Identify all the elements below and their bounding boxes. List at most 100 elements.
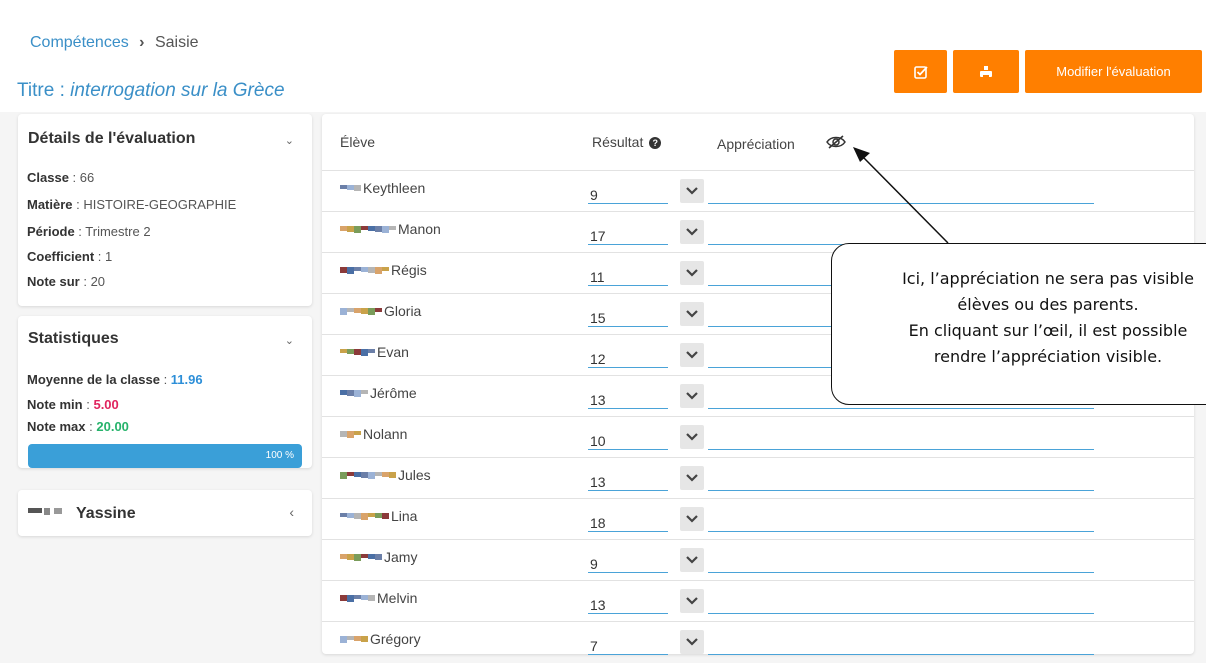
page-title: Titre : interrogation sur la Grèce xyxy=(17,80,285,102)
chevron-down-icon[interactable]: ⌄ xyxy=(285,334,294,347)
table-row: Keythleen 9 xyxy=(322,170,1194,212)
student-first-name: Gloria xyxy=(384,303,422,319)
validate-button[interactable] xyxy=(894,50,947,93)
appreciation-input[interactable] xyxy=(708,449,1094,450)
result-value: 9 xyxy=(590,187,598,203)
chevron-down-icon xyxy=(686,556,698,564)
chevron-down-icon xyxy=(686,228,698,236)
blurred-surname xyxy=(340,225,396,233)
student-first-name: Jérôme xyxy=(370,385,417,401)
eye-slash-icon[interactable] xyxy=(825,134,847,150)
chevron-down-icon xyxy=(686,310,698,318)
result-dropdown-button[interactable] xyxy=(680,630,704,654)
blurred-surname xyxy=(340,594,375,602)
student-name-cell: Jamy xyxy=(340,549,417,565)
result-input[interactable]: 12 xyxy=(588,346,668,368)
blurred-surname xyxy=(340,389,368,397)
chevron-down-icon xyxy=(686,433,698,441)
table-row: Jules 13 xyxy=(322,457,1194,499)
blurred-surname xyxy=(340,430,361,438)
progress-bar: 100 % xyxy=(28,444,302,468)
modify-evaluation-button[interactable]: Modifier l'évaluation xyxy=(1025,50,1202,93)
appreciation-input[interactable] xyxy=(708,203,1094,204)
result-input[interactable]: 17 xyxy=(588,223,668,245)
blurred-surname xyxy=(340,185,361,191)
result-input[interactable]: 10 xyxy=(588,428,668,450)
result-dropdown-button[interactable] xyxy=(680,589,704,613)
result-dropdown-button[interactable] xyxy=(680,261,704,285)
blurred-surname xyxy=(340,512,389,520)
detail-matiere: Matière : HISTOIRE-GEOGRAPHIE xyxy=(27,197,237,212)
result-input[interactable]: 13 xyxy=(588,592,668,614)
result-dropdown-button[interactable] xyxy=(680,302,704,326)
breadcrumb-link-competences[interactable]: Compétences xyxy=(30,34,129,51)
help-icon[interactable]: ? xyxy=(649,137,662,149)
detail-coefficient: Coefficient : 1 xyxy=(27,249,113,264)
stats-heading: Statistiques xyxy=(28,330,119,347)
blurred-surname xyxy=(340,348,375,356)
callout-line-3: En cliquant sur l’œil, il est possible xyxy=(908,321,1188,340)
result-value: 13 xyxy=(590,474,606,490)
chevron-left-icon[interactable]: ‹ xyxy=(289,504,294,520)
breadcrumb-separator: › xyxy=(139,34,145,51)
appreciation-input[interactable] xyxy=(708,572,1094,573)
result-value: 15 xyxy=(590,310,606,326)
result-input[interactable]: 9 xyxy=(588,182,668,204)
result-input[interactable]: 11 xyxy=(588,264,668,286)
chevron-down-icon[interactable]: ⌄ xyxy=(285,134,294,147)
table-row: Lina 18 xyxy=(322,498,1194,540)
details-heading: Détails de l'évaluation xyxy=(28,130,196,147)
result-value: 18 xyxy=(590,515,606,531)
result-dropdown-button[interactable] xyxy=(680,179,704,203)
chevron-down-icon xyxy=(686,515,698,523)
result-input[interactable]: 9 xyxy=(588,551,668,573)
student-first-name: Lina xyxy=(391,508,418,524)
student-card[interactable]: Yassine ‹ xyxy=(18,490,312,536)
student-name-cell: Keythleen xyxy=(340,180,425,196)
appreciation-input[interactable] xyxy=(708,490,1094,491)
result-dropdown-button[interactable] xyxy=(680,507,704,531)
title-label: Titre : xyxy=(17,80,71,101)
student-first-name: Evan xyxy=(377,344,409,360)
detail-classe: Classe : 66 xyxy=(27,170,95,185)
result-dropdown-button[interactable] xyxy=(680,466,704,490)
student-name-cell: Manon xyxy=(340,221,441,237)
student-first-name: Grégory xyxy=(370,631,421,647)
appreciation-input[interactable] xyxy=(708,408,1094,409)
result-dropdown-button[interactable] xyxy=(680,343,704,367)
appreciation-input[interactable] xyxy=(708,531,1094,532)
result-input[interactable]: 7 xyxy=(588,633,668,655)
detail-periode: Période : Trimestre 2 xyxy=(27,224,151,239)
appreciation-input[interactable] xyxy=(708,613,1094,614)
student-name-cell: Lina xyxy=(340,508,417,524)
student-first-name: Manon xyxy=(398,221,441,237)
callout-text: Ici, l’appréciation ne sera pas visible … xyxy=(858,266,1206,370)
result-value: 17 xyxy=(590,228,606,244)
chevron-down-icon xyxy=(686,474,698,482)
result-input[interactable]: 18 xyxy=(588,510,668,532)
student-name-cell: Gloria xyxy=(340,303,421,319)
result-value: 13 xyxy=(590,392,606,408)
student-name-cell: Melvin xyxy=(340,590,417,606)
appreciation-input[interactable] xyxy=(708,654,1094,655)
student-first-name: Melvin xyxy=(377,590,418,606)
result-input[interactable]: 13 xyxy=(588,469,668,491)
table-row: Grégory 7 xyxy=(322,621,1194,663)
student-name-cell: Régis xyxy=(340,262,427,278)
callout-line-2: élèves ou des parents. xyxy=(957,295,1139,314)
result-value: 9 xyxy=(590,556,598,572)
result-dropdown-button[interactable] xyxy=(680,548,704,572)
result-value: 7 xyxy=(590,638,598,654)
stat-min: Note min : 5.00 xyxy=(27,397,119,412)
blurred-surname xyxy=(340,307,382,315)
print-button[interactable] xyxy=(953,50,1019,93)
result-input[interactable]: 15 xyxy=(588,305,668,327)
result-dropdown-button[interactable] xyxy=(680,425,704,449)
result-input[interactable]: 13 xyxy=(588,387,668,409)
title-value: interrogation sur la Grèce xyxy=(70,80,285,101)
chevron-down-icon xyxy=(686,392,698,400)
result-dropdown-button[interactable] xyxy=(680,220,704,244)
col-header-appreciation: Appréciation xyxy=(717,136,795,152)
statistics-card: Statistiques ⌄ Moyenne de la classe : 11… xyxy=(18,316,312,468)
result-dropdown-button[interactable] xyxy=(680,384,704,408)
